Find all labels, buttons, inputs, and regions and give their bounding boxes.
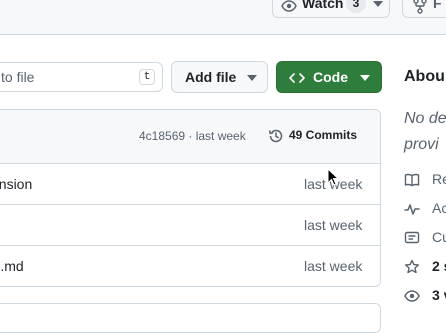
readme-box [0,303,381,333]
about-description: No de provi [404,106,446,158]
code-icon [289,73,305,83]
comment-icon [404,231,420,244]
eye-icon [281,0,297,12]
about-desc-line: No de [404,110,446,127]
about-heading: Abou [404,68,445,85]
file-row[interactable]: ension last week [0,164,380,205]
fork-icon [413,0,427,14]
file-name[interactable]: ension [0,176,32,192]
file-name[interactable]: E.md [0,258,24,274]
sidebar-item-label: Ac [432,200,446,216]
commits-link[interactable]: 49 Commits [289,128,357,142]
watch-label: Watch [302,0,344,11]
watch-count: 3 [346,0,366,13]
sidebar-item-label: Cu [432,229,446,245]
chevron-down-icon [247,75,257,81]
fork-label: F [433,0,442,11]
chevron-down-icon [360,75,370,81]
commit-hash-time[interactable]: 4c18569 · last week [139,129,246,143]
fork-button[interactable]: F [402,0,446,18]
file-row[interactable]: E.md last week [0,246,380,286]
latest-commit-bar: 4c18569 · last week 49 Commits [0,110,380,164]
history-icon [268,129,283,143]
add-file-label: Add file [185,69,237,85]
sidebar-item-label: 2 s [432,258,446,274]
eye-icon [404,290,420,302]
file-list-box: 4c18569 · last week 49 Commits ension la… [0,109,381,287]
code-label: Code [313,69,348,85]
watch-button[interactable]: Watch 3 [272,0,390,18]
pulse-icon [404,204,420,215]
add-file-button[interactable]: Add file [171,61,268,93]
file-time: last week [304,217,363,233]
go-to-file-input[interactable]: to file t [0,62,163,92]
go-to-file-placeholder: to file [1,69,35,85]
file-time: last week [304,258,363,274]
about-desc-line: provi [404,136,439,153]
mouse-cursor-icon [327,168,339,186]
sidebar-item-label: 3 v [432,287,446,303]
repo-header-bar: Watch 3 F [0,0,446,35]
book-icon [404,173,420,187]
star-icon [405,259,419,274]
file-row[interactable]: last week [0,205,380,246]
sidebar-item-label: Re [432,171,446,187]
code-button[interactable]: Code [276,61,382,93]
shortcut-key-badge: t [139,69,155,85]
chevron-down-icon[interactable] [373,1,383,7]
